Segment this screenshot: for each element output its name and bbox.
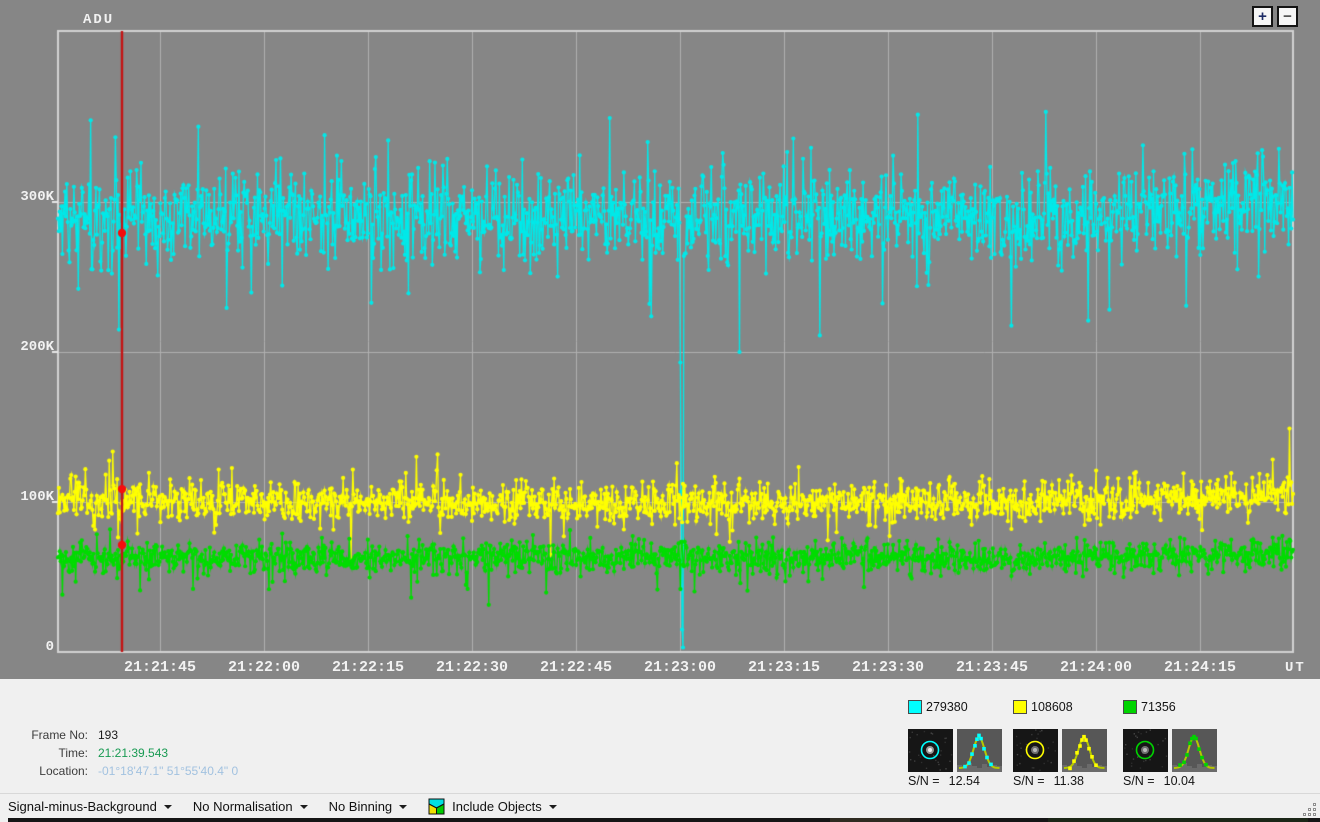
dropdown-label: No Binning: [329, 799, 393, 814]
x-axis-title: UT: [1285, 660, 1306, 676]
object-intensity-value: 71356: [1141, 700, 1176, 714]
resize-grip-icon[interactable]: [1301, 801, 1318, 818]
frame-no-value: 193: [88, 728, 118, 742]
y-axis-title: ADU: [83, 12, 114, 28]
x-tick-label: 21:23:00: [635, 660, 725, 676]
object-thumbnails: [908, 729, 1002, 772]
normalisation-dropdown[interactable]: No Normalisation: [193, 799, 308, 814]
star-thumbnail: [908, 729, 953, 772]
chevron-down-icon: [164, 805, 172, 809]
star-thumbnail: [1013, 729, 1058, 772]
frame-no-label: Frame No:: [10, 728, 88, 742]
x-tick-label: 21:23:15: [739, 660, 829, 676]
background-window-artifact: [830, 818, 910, 822]
star-thumbnail: [1123, 729, 1168, 772]
psf-thumbnail: [1172, 729, 1217, 772]
time-label: Time:: [10, 746, 88, 760]
include-objects-icon: [428, 798, 445, 815]
y-tick-label: 300K: [0, 189, 54, 205]
zoom-out-button[interactable]: −: [1277, 6, 1298, 27]
bottom-toolbar: Signal-minus-Background No Normalisation N…: [0, 793, 1320, 818]
object-group: 71356 S/N = 10.04: [1123, 679, 1233, 793]
location-value: -01°18'47.1" 51°55'40.4" 0: [88, 764, 238, 778]
light-curve-chart-region: ADU UT 300K 200K 100K 0 21:21:45 21:22:00 21:…: [0, 0, 1320, 679]
snr-label: S/N =: [1013, 774, 1045, 788]
chevron-down-icon: [549, 805, 557, 809]
time-value: 21:21:39.543: [88, 746, 168, 760]
x-tick-label: 21:24:15: [1155, 660, 1245, 676]
object-intensity-value: 279380: [926, 700, 968, 714]
snr-value: 11.38: [1054, 774, 1084, 788]
background-window-artifact: [1048, 818, 1308, 822]
light-curve-canvas[interactable]: [0, 0, 1320, 679]
object-color-swatch: [908, 700, 922, 714]
background-window-edge: [8, 818, 1320, 822]
signal-mode-dropdown[interactable]: Signal-minus-Background: [8, 799, 172, 814]
location-row: Location:-01°18'47.1" 51°55'40.4" 0: [10, 762, 238, 780]
location-label: Location:: [10, 764, 88, 778]
snr-row: S/N = 12.54: [908, 774, 980, 788]
info-panel: Frame No:193Time:21:21:39.543Location:-0…: [0, 679, 1320, 793]
psf-thumbnail: [1062, 729, 1107, 772]
y-tick-label: 0: [0, 639, 54, 655]
chevron-down-icon: [399, 805, 407, 809]
object-legend: 108608: [1013, 700, 1073, 714]
dropdown-label: No Normalisation: [193, 799, 293, 814]
zoom-in-button[interactable]: +: [1252, 6, 1273, 27]
object-group: 108608 S/N = 11.38: [1013, 679, 1123, 793]
object-intensity-value: 108608: [1031, 700, 1073, 714]
object-thumbnails: [1013, 729, 1107, 772]
snr-row: S/N = 11.38: [1013, 774, 1084, 788]
x-tick-label: 21:22:15: [323, 660, 413, 676]
x-tick-label: 21:22:45: [531, 660, 621, 676]
frame-no-row: Frame No:193: [10, 726, 238, 744]
object-group: 279380 S/N = 12.54: [908, 679, 1018, 793]
chevron-down-icon: [300, 805, 308, 809]
object-legend: 279380: [908, 700, 968, 714]
snr-value: 12.54: [949, 774, 980, 788]
dropdown-label: Signal-minus-Background: [8, 799, 157, 814]
snr-value: 10.04: [1164, 774, 1195, 788]
object-color-swatch: [1013, 700, 1027, 714]
frame-info: Frame No:193Time:21:21:39.543Location:-0…: [10, 726, 238, 780]
snr-row: S/N = 10.04: [1123, 774, 1195, 788]
time-row: Time:21:21:39.543: [10, 744, 238, 762]
dropdown-label: Include Objects: [452, 799, 542, 814]
psf-thumbnail: [957, 729, 1002, 772]
x-tick-label: 21:23:30: [843, 660, 933, 676]
x-tick-label: 21:23:45: [947, 660, 1037, 676]
x-tick-label: 21:24:00: [1051, 660, 1141, 676]
binning-dropdown[interactable]: No Binning: [329, 799, 408, 814]
snr-label: S/N =: [1123, 774, 1155, 788]
snr-label: S/N =: [908, 774, 940, 788]
object-legend: 71356: [1123, 700, 1176, 714]
y-tick-label: 200K: [0, 339, 54, 355]
object-color-swatch: [1123, 700, 1137, 714]
object-thumbnails: [1123, 729, 1217, 772]
x-tick-label: 21:21:45: [115, 660, 205, 676]
x-tick-label: 21:22:00: [219, 660, 309, 676]
x-tick-label: 21:22:30: [427, 660, 517, 676]
y-tick-label: 100K: [0, 489, 54, 505]
include-objects-dropdown[interactable]: Include Objects: [428, 798, 557, 815]
